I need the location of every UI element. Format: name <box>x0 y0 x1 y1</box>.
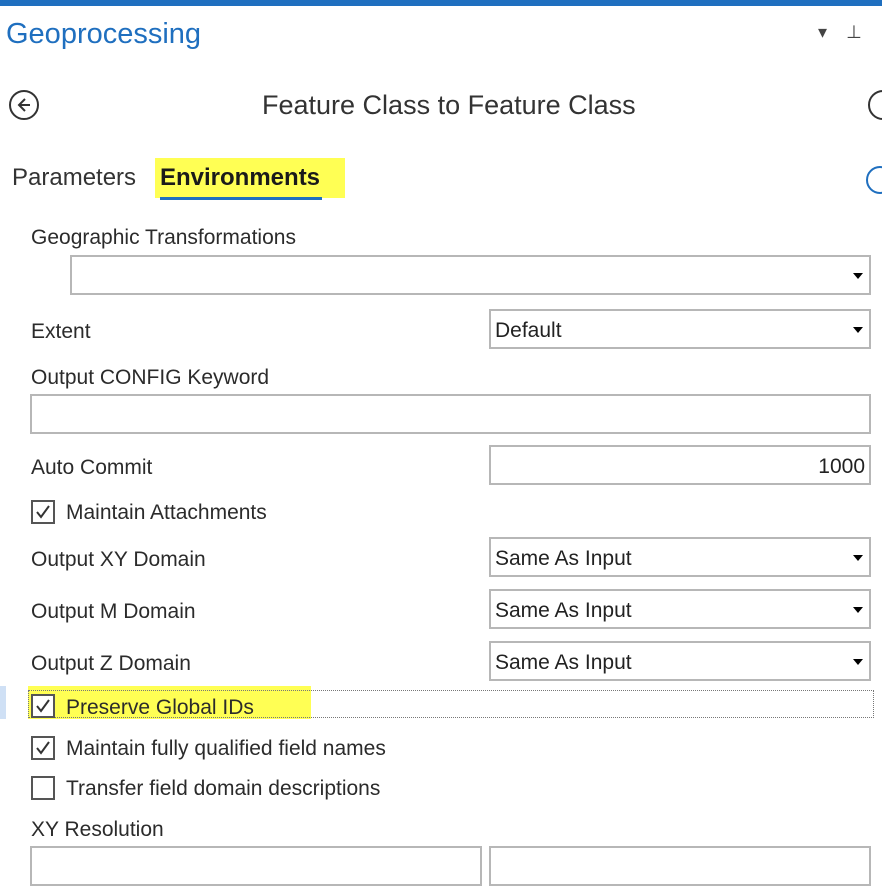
pin-icon[interactable]: ⊥ <box>846 22 862 42</box>
output-z-domain-dropdown[interactable]: Same As Input <box>489 641 871 681</box>
tab-parameters[interactable]: Parameters <box>12 164 136 192</box>
maintain-attachments-checkbox[interactable] <box>31 500 55 524</box>
geographic-transformations-dropdown[interactable] <box>70 255 871 295</box>
help-icon[interactable] <box>866 166 882 194</box>
geographic-transformations-label: Geographic Transformations <box>31 226 296 249</box>
chevron-down-icon <box>853 607 863 613</box>
output-xy-domain-dropdown[interactable]: Same As Input <box>489 537 871 577</box>
forward-icon[interactable] <box>868 90 882 120</box>
chevron-down-icon <box>853 659 863 665</box>
back-arrow-icon <box>17 98 30 112</box>
pane-options-icon[interactable]: ▾ <box>818 22 827 42</box>
checkmark-icon <box>36 699 50 713</box>
extent-label: Extent <box>31 320 91 343</box>
row-focus-marker <box>0 686 6 719</box>
output-config-keyword-input[interactable] <box>30 394 871 434</box>
output-z-domain-label: Output Z Domain <box>31 652 191 675</box>
tool-title: Feature Class to Feature Class <box>262 90 636 120</box>
auto-commit-label: Auto Commit <box>31 456 153 479</box>
preserve-global-ids-label: Preserve Global IDs <box>66 696 254 719</box>
checkmark-icon <box>36 505 50 519</box>
chevron-down-icon <box>853 555 863 561</box>
transfer-field-domain-descriptions-checkbox[interactable] <box>31 776 55 800</box>
preserve-global-ids-checkbox[interactable] <box>31 694 55 718</box>
extent-dropdown[interactable]: Default <box>489 309 871 349</box>
pane-top-accent <box>0 0 882 6</box>
pane-controls: ▾ ⊥ <box>818 22 876 43</box>
chevron-down-icon <box>853 327 863 333</box>
pane-title: Geoprocessing <box>6 18 202 50</box>
xy-resolution-unit-dropdown[interactable] <box>489 846 871 886</box>
chevron-down-icon <box>853 273 863 279</box>
active-tab-underline <box>160 197 322 200</box>
output-m-domain-label: Output M Domain <box>31 600 196 623</box>
output-xy-domain-label: Output XY Domain <box>31 548 206 571</box>
xy-resolution-label: XY Resolution <box>31 818 164 841</box>
maintain-attachments-label: Maintain Attachments <box>66 501 267 524</box>
auto-commit-input[interactable]: 1000 <box>489 445 871 485</box>
checkmark-icon <box>36 741 50 755</box>
back-button[interactable] <box>9 90 39 120</box>
xy-resolution-input[interactable] <box>30 846 482 886</box>
maintain-fully-qualified-field-names-checkbox[interactable] <box>31 736 55 760</box>
output-config-keyword-label: Output CONFIG Keyword <box>31 366 270 389</box>
tab-environments[interactable]: Environments <box>160 164 320 192</box>
maintain-fully-qualified-field-names-label: Maintain fully qualified field names <box>66 737 386 760</box>
transfer-field-domain-descriptions-label: Transfer field domain descriptions <box>66 777 381 800</box>
output-m-domain-dropdown[interactable]: Same As Input <box>489 589 871 629</box>
